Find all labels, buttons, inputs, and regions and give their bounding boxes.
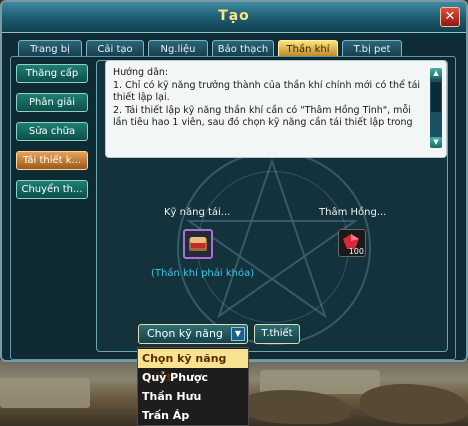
material-slot-label: Thâm Hồng... — [319, 207, 387, 218]
guide-heading: Hướng dẫn: — [113, 67, 169, 78]
guide-scrollbar[interactable]: ▲ ▼ — [430, 68, 442, 148]
window-titlebar[interactable]: Tạo ✕ — [2, 2, 466, 33]
guide-box: Hướng dẫn: 1. Chỉ có kỹ năng trưởng thàn… — [105, 60, 447, 158]
book-icon — [189, 237, 207, 251]
guide-line-2: 2. Tái thiết lập kỹ năng thần khí cần có… — [113, 104, 413, 129]
skill-slot[interactable] — [183, 229, 213, 259]
dropdown-menu: Chọn kỹ năng thiết Quỷ Phược Thần Hưu Tr… — [137, 347, 249, 426]
lock-hint: (Thần khí phải khóa) — [151, 268, 255, 279]
skill-slot-label: Kỹ năng tái... — [164, 207, 231, 218]
reset-button[interactable]: T.thiết — [254, 324, 300, 344]
sidebar-item-sua-chua[interactable]: Sửa chữa — [16, 122, 88, 141]
menu-item-tran-ap[interactable]: Trấn Áp — [138, 406, 248, 425]
sidebar-item-tai-thiet[interactable]: Tái thiết k... — [16, 151, 88, 170]
skill-dropdown[interactable]: Chọn kỹ năng ▼ — [138, 324, 248, 344]
dropdown-value: Chọn kỹ năng — [147, 327, 223, 340]
scroll-up-icon[interactable]: ▲ — [430, 68, 442, 79]
chevron-down-icon[interactable]: ▼ — [231, 327, 245, 341]
sidebar-item-thang-cap[interactable]: Thăng cấp — [16, 64, 88, 83]
menu-item-than-huu[interactable]: Thần Hưu — [138, 387, 248, 406]
material-count: 100 — [348, 247, 364, 256]
material-slot[interactable]: 100 — [338, 229, 366, 257]
scroll-thumb[interactable] — [431, 82, 441, 112]
sidebar-item-phan-giai[interactable]: Phân giải — [16, 93, 88, 112]
close-button[interactable]: ✕ — [440, 7, 460, 27]
guide-line-1: 1. Chỉ có kỹ năng trưởng thành của thần … — [113, 79, 421, 104]
sidebar-item-chuyen[interactable]: Chuyển th... — [16, 180, 88, 199]
window-title: Tạo — [218, 8, 250, 24]
scroll-down-icon[interactable]: ▼ — [430, 137, 442, 148]
menu-item-choose-skill[interactable]: Chọn kỹ năng thiết — [138, 349, 248, 384]
menu-item-quy-phuoc[interactable]: Quỷ Phược — [138, 368, 248, 387]
guide-text: Hướng dẫn: 1. Chỉ có kỹ năng trưởng thàn… — [113, 67, 421, 151]
